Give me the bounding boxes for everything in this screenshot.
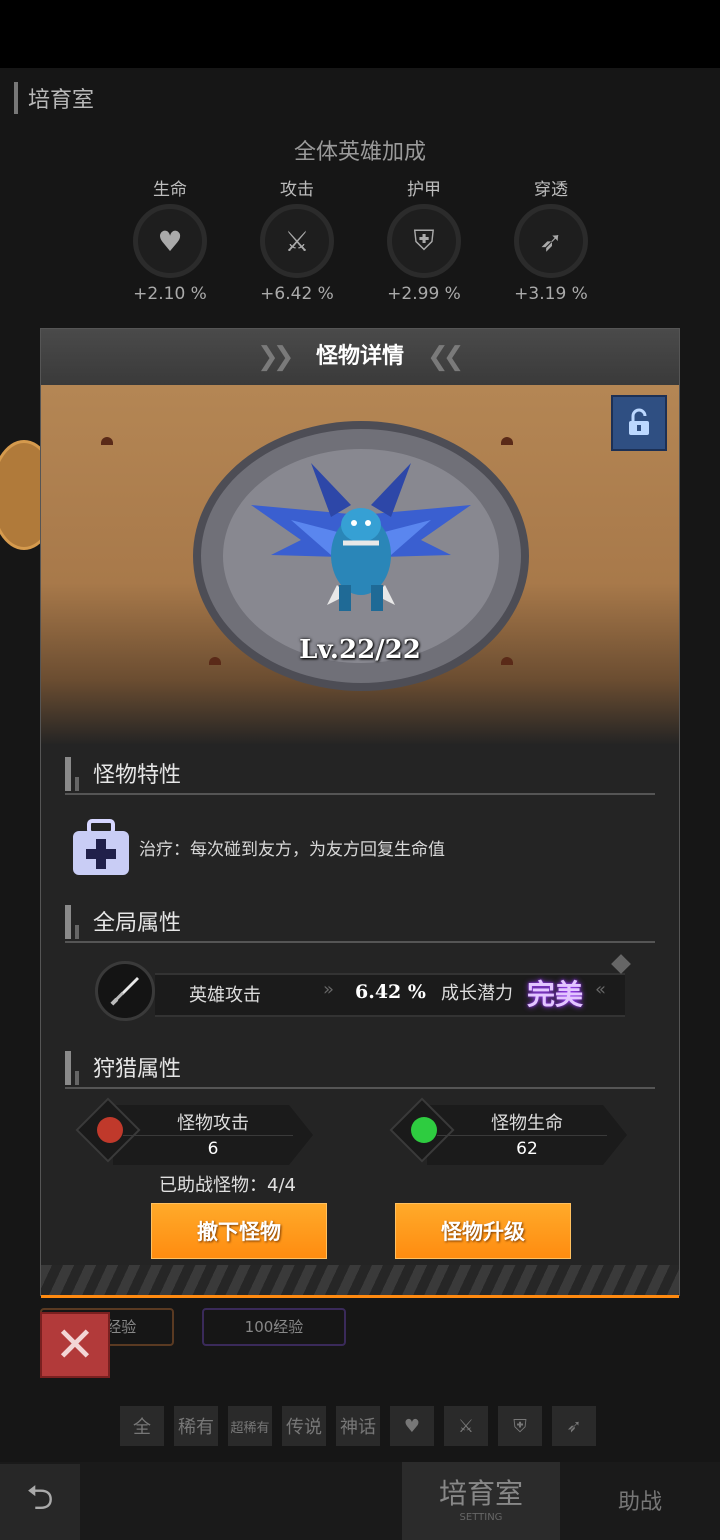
tab-label: 培育室 — [438, 1477, 523, 1510]
filter-super-rare[interactable]: 超稀有 — [228, 1406, 272, 1446]
monster-level: Lv.22/22 — [299, 635, 421, 665]
trait-description: 治疗：每次碰到友方，为友方回复生命值 — [139, 840, 445, 860]
heal-kit-icon — [73, 819, 129, 875]
section-title: 全局属性 — [93, 911, 182, 936]
filter-shield-icon[interactable]: ⛨ — [498, 1406, 542, 1446]
hunt-hp-stat: 怪物生命 62 — [389, 1097, 635, 1165]
heart-icon: ♥ — [133, 204, 207, 278]
stat-label: 攻击 — [280, 180, 314, 200]
upgrade-monster-button[interactable]: 怪物升级 — [395, 1203, 571, 1259]
stat-label: 怪物生命 — [491, 1113, 563, 1134]
assist-count: 已助战怪物：4/4 — [159, 1175, 296, 1196]
global-attribute-row: 英雄攻击 » 6.42 % 成长潜力 完美 « — [95, 954, 631, 1023]
filter-heart-icon[interactable]: ♥ — [390, 1406, 434, 1446]
section-global: 全局属性 — [65, 901, 655, 943]
hazard-stripe — [41, 1265, 679, 1298]
page-title: 培育室 — [14, 82, 94, 114]
section-trait: 怪物特性 — [65, 753, 655, 795]
pierce-icon: ➶ — [514, 204, 588, 278]
filter-bar: 全 稀有 超稀有 传说 神话 ♥ ⚔ ⛨ ➶ — [120, 1406, 600, 1446]
tab-sub-label: SETTING — [459, 1512, 503, 1523]
stat-value: +6.42 % — [260, 284, 334, 304]
filter-pierce-icon[interactable]: ➶ — [552, 1406, 596, 1446]
stat-value: 62 — [516, 1139, 538, 1159]
filter-rare[interactable]: 稀有 — [174, 1406, 218, 1446]
stat-value: 6 — [207, 1139, 219, 1159]
info-icon[interactable] — [611, 954, 631, 974]
growth-label: 成长潜力 — [441, 983, 513, 1004]
stat-value: +2.99 % — [387, 284, 461, 304]
sword-icon: ⚔ — [260, 204, 334, 278]
attribute-value: 6.42 % — [355, 981, 426, 1003]
double-chevron-icon: » — [323, 979, 334, 1000]
attribute-label: 英雄攻击 — [189, 985, 261, 1006]
stat-hp: 生命 ♥ +2.10 % — [115, 175, 225, 304]
tab-nursery[interactable]: 培育室 SETTING — [402, 1462, 560, 1540]
stat-value: +3.19 % — [514, 284, 588, 304]
stat-label: 护甲 — [407, 180, 441, 200]
shield-icon: ⛨ — [387, 204, 461, 278]
monster-detail-modal: ❯❯ 怪物详情 ❮❮ Lv.22/22 怪物特性 治疗：每次碰到友方，为友方回复… — [40, 328, 680, 1298]
tab-assist[interactable]: 助战 — [590, 1484, 690, 1516]
rivet — [101, 437, 113, 445]
stat-label: 生命 — [153, 180, 187, 200]
sword-icon — [95, 961, 155, 1021]
filter-all[interactable]: 全 — [120, 1406, 164, 1446]
rivet — [501, 437, 513, 445]
exp-chip[interactable]: 100经验 — [202, 1308, 346, 1346]
stat-attack: 攻击 ⚔ +6.42 % — [242, 175, 352, 304]
back-icon[interactable]: ⮌ — [0, 1464, 80, 1540]
unlock-icon[interactable] — [611, 395, 667, 451]
growth-quality: 完美 — [527, 978, 584, 1011]
stat-armor: 护甲 ⛨ +2.99 % — [369, 175, 479, 304]
modal-title: 怪物详情 — [315, 344, 404, 369]
close-icon[interactable]: ✕ — [40, 1312, 110, 1378]
section-title: 狩猎属性 — [93, 1057, 182, 1082]
stat-label: 怪物攻击 — [177, 1113, 249, 1134]
section-title: 怪物特性 — [93, 763, 182, 788]
stat-value: +2.10 % — [133, 284, 207, 304]
filter-myth[interactable]: 神话 — [336, 1406, 380, 1446]
filter-sword-icon[interactable]: ⚔ — [444, 1406, 488, 1446]
stat-label: 穿透 — [534, 180, 568, 200]
monster-sprite — [251, 463, 471, 611]
section-hunt: 狩猎属性 — [65, 1047, 655, 1089]
monster-arena: Lv.22/22 — [41, 385, 679, 745]
remove-monster-button[interactable]: 撤下怪物 — [151, 1203, 327, 1259]
bonus-heading: 全体英雄加成 — [293, 140, 426, 165]
hunt-attack-stat: 怪物攻击 6 — [75, 1097, 321, 1165]
stat-pierce: 穿透 ➶ +3.19 % — [496, 175, 606, 304]
chevron-left-icon: ❮❮ — [427, 342, 464, 372]
filter-legend[interactable]: 传说 — [282, 1406, 326, 1446]
double-chevron-icon: « — [595, 979, 606, 1000]
